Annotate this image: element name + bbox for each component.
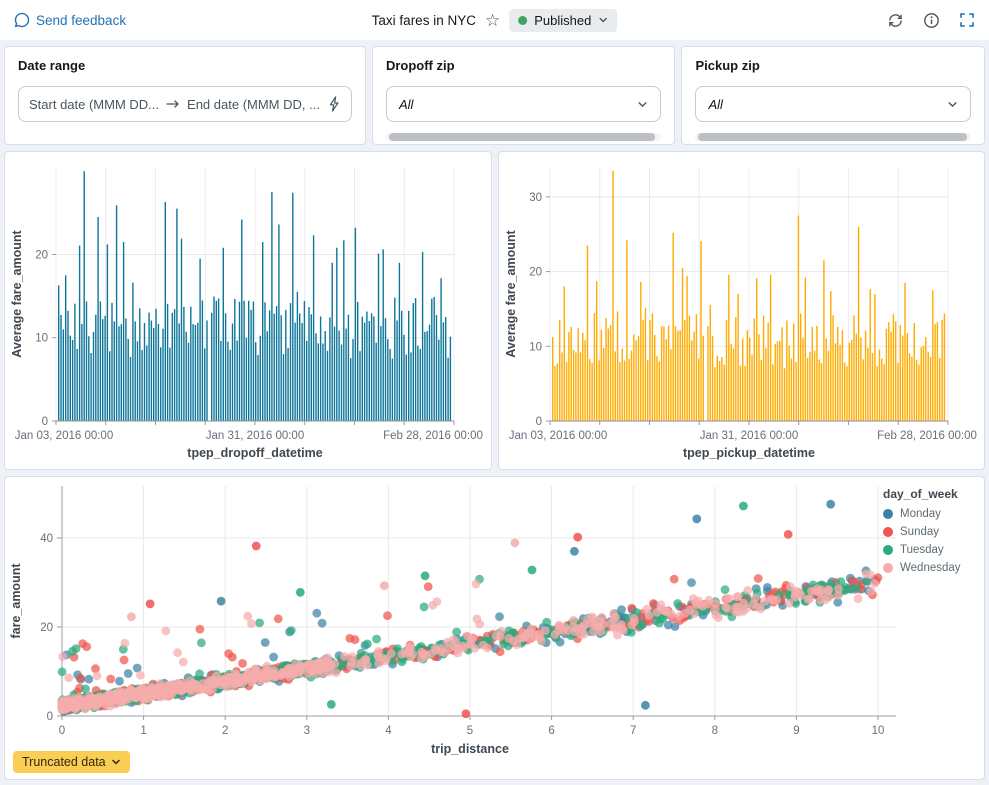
dashboard-page: Send feedback Taxi fares in NYC ☆ Publis…	[0, 0, 989, 780]
end-date-placeholder: End date (MMM DD, ...	[187, 96, 320, 112]
horizontal-scrollbar[interactable]	[385, 133, 662, 141]
scrollbar-thumb[interactable]	[388, 133, 655, 141]
legend-label: Tuesday	[900, 544, 944, 556]
dropoff-zip-card: Dropoff zip All	[371, 46, 676, 145]
status-dot-icon	[518, 15, 528, 25]
svg-text:6: 6	[548, 725, 554, 737]
top-bar: Send feedback Taxi fares in NYC ☆ Publis…	[0, 0, 989, 40]
legend-label: Sunday	[900, 526, 940, 538]
svg-text:tpep_pickup_datetime: tpep_pickup_datetime	[683, 446, 815, 460]
chevron-down-icon	[637, 99, 648, 110]
svg-text:fare_amount: fare_amount	[9, 563, 23, 639]
svg-text:20: 20	[35, 249, 48, 261]
dropoff-zip-select[interactable]: All	[385, 86, 662, 122]
legend-dot-icon	[883, 563, 893, 573]
legend-title: day_of_week	[883, 487, 958, 501]
svg-text:5: 5	[467, 725, 473, 737]
svg-text:2: 2	[222, 725, 228, 737]
scatter-legend: day_of_week Monday Sunday Tuesday Wednesday	[883, 487, 979, 580]
refresh-button[interactable]	[887, 12, 904, 29]
legend-item-wednesday[interactable]: Wednesday	[883, 562, 979, 574]
svg-text:Average fare_amount: Average fare_amount	[10, 229, 24, 357]
chevron-down-icon	[598, 15, 608, 25]
publish-status-dropdown[interactable]: Published	[509, 8, 618, 32]
pickup-zip-select[interactable]: All	[695, 86, 972, 122]
pickup-zip-title: Pickup zip	[695, 58, 760, 73]
info-button[interactable]	[923, 12, 940, 29]
scatter-chart-card: 0 20 40 0 1 2 3 4 5 6 7 8 9 10 trip_distance fare_amoun…	[4, 476, 985, 780]
legend-items: Monday Sunday Tuesday Wednesday	[883, 508, 979, 574]
pickup-bar-chart[interactable]: 0 10 20 30 Jan 03, 2016 00:00 Jan 31, 2016 00…	[502, 155, 981, 466]
legend-label: Wednesday	[900, 562, 961, 574]
svg-text:0: 0	[47, 711, 53, 723]
info-icon	[923, 12, 940, 29]
svg-text:10: 10	[35, 333, 48, 345]
svg-text:0: 0	[42, 416, 48, 428]
svg-text:1: 1	[140, 725, 146, 737]
legend-item-sunday[interactable]: Sunday	[883, 526, 979, 538]
legend-item-tuesday[interactable]: Tuesday	[883, 544, 979, 556]
refresh-icon	[887, 12, 904, 29]
svg-text:20: 20	[40, 622, 53, 634]
svg-text:10: 10	[529, 341, 542, 353]
dropoff-zip-title: Dropoff zip	[385, 58, 455, 73]
svg-text:Average fare_amount: Average fare_amount	[504, 229, 518, 357]
dropoff-bar-chart[interactable]: 0 10 20 Jan 03, 2016 00:00 Jan 31, 2016 00:0…	[8, 155, 487, 466]
svg-text:Feb 28, 2016 00:00: Feb 28, 2016 00:00	[383, 430, 483, 442]
svg-text:Jan 31, 2016 00:00: Jan 31, 2016 00:00	[206, 430, 304, 442]
date-range-input[interactable]: Start date (MMM DD... End date (MMM DD, …	[18, 86, 352, 122]
svg-text:Jan 03, 2016 00:00: Jan 03, 2016 00:00	[15, 430, 113, 442]
pickup-zip-card: Pickup zip All	[681, 46, 986, 145]
legend-item-monday[interactable]: Monday	[883, 508, 979, 520]
svg-text:40: 40	[40, 533, 53, 545]
svg-text:30: 30	[529, 192, 542, 204]
horizontal-scrollbar[interactable]	[695, 133, 972, 141]
arrow-right-icon	[166, 99, 180, 109]
fullscreen-icon	[959, 12, 975, 28]
toolbar-icons	[887, 12, 975, 29]
svg-text:7: 7	[630, 725, 636, 737]
svg-text:0: 0	[59, 725, 65, 737]
svg-text:8: 8	[712, 725, 718, 737]
dropoff-chart-card: 0 10 20 Jan 03, 2016 00:00 Jan 31, 2016 00:0…	[4, 151, 492, 470]
legend-label: Monday	[900, 508, 941, 520]
star-icon[interactable]: ☆	[485, 12, 500, 29]
speech-bubble-icon	[14, 12, 30, 28]
svg-text:Feb 28, 2016 00:00: Feb 28, 2016 00:00	[877, 430, 977, 442]
svg-text:4: 4	[385, 725, 392, 737]
truncated-data-badge[interactable]: Truncated data	[13, 751, 130, 773]
svg-text:tpep_dropoff_datetime: tpep_dropoff_datetime	[187, 446, 322, 460]
chevron-down-icon	[111, 757, 121, 767]
svg-text:trip_distance: trip_distance	[431, 742, 509, 756]
svg-text:Jan 03, 2016 00:00: Jan 03, 2016 00:00	[508, 430, 606, 442]
svg-text:3: 3	[304, 725, 310, 737]
scrollbar-thumb[interactable]	[698, 133, 968, 141]
chevron-down-icon	[947, 99, 958, 110]
start-date-placeholder: Start date (MMM DD...	[29, 96, 160, 112]
svg-text:0: 0	[535, 416, 541, 428]
scatter-chart[interactable]: 0 20 40 0 1 2 3 4 5 6 7 8 9 10 trip_distance fare_amoun…	[6, 478, 983, 778]
svg-text:20: 20	[529, 267, 542, 279]
truncated-data-label: Truncated data	[22, 755, 106, 769]
svg-text:9: 9	[793, 725, 799, 737]
lightning-bolt-icon[interactable]	[327, 96, 341, 112]
send-feedback-link[interactable]: Send feedback	[14, 12, 126, 28]
svg-text:Jan 31, 2016 00:00: Jan 31, 2016 00:00	[699, 430, 797, 442]
page-title: Taxi fares in NYC	[371, 12, 476, 28]
filter-row: Date range Start date (MMM DD... End dat…	[4, 46, 986, 145]
send-feedback-label: Send feedback	[36, 12, 127, 28]
status-label: Published	[534, 12, 592, 28]
legend-dot-icon	[883, 545, 893, 555]
svg-text:10: 10	[872, 725, 885, 737]
date-range-title: Date range	[18, 58, 86, 73]
pickup-chart-card: 0 10 20 30 Jan 03, 2016 00:00 Jan 31, 2016 00…	[497, 151, 985, 470]
legend-dot-icon	[883, 527, 893, 537]
pickup-zip-value: All	[708, 96, 723, 112]
date-range-card: Date range Start date (MMM DD... End dat…	[4, 46, 366, 145]
fullscreen-button[interactable]	[959, 12, 975, 28]
title-group: Taxi fares in NYC ☆ Published	[371, 8, 618, 32]
bar-chart-row: 0 10 20 Jan 03, 2016 00:00 Jan 31, 2016 00:0…	[4, 151, 985, 470]
dropoff-zip-value: All	[398, 96, 414, 112]
legend-dot-icon	[883, 509, 893, 519]
